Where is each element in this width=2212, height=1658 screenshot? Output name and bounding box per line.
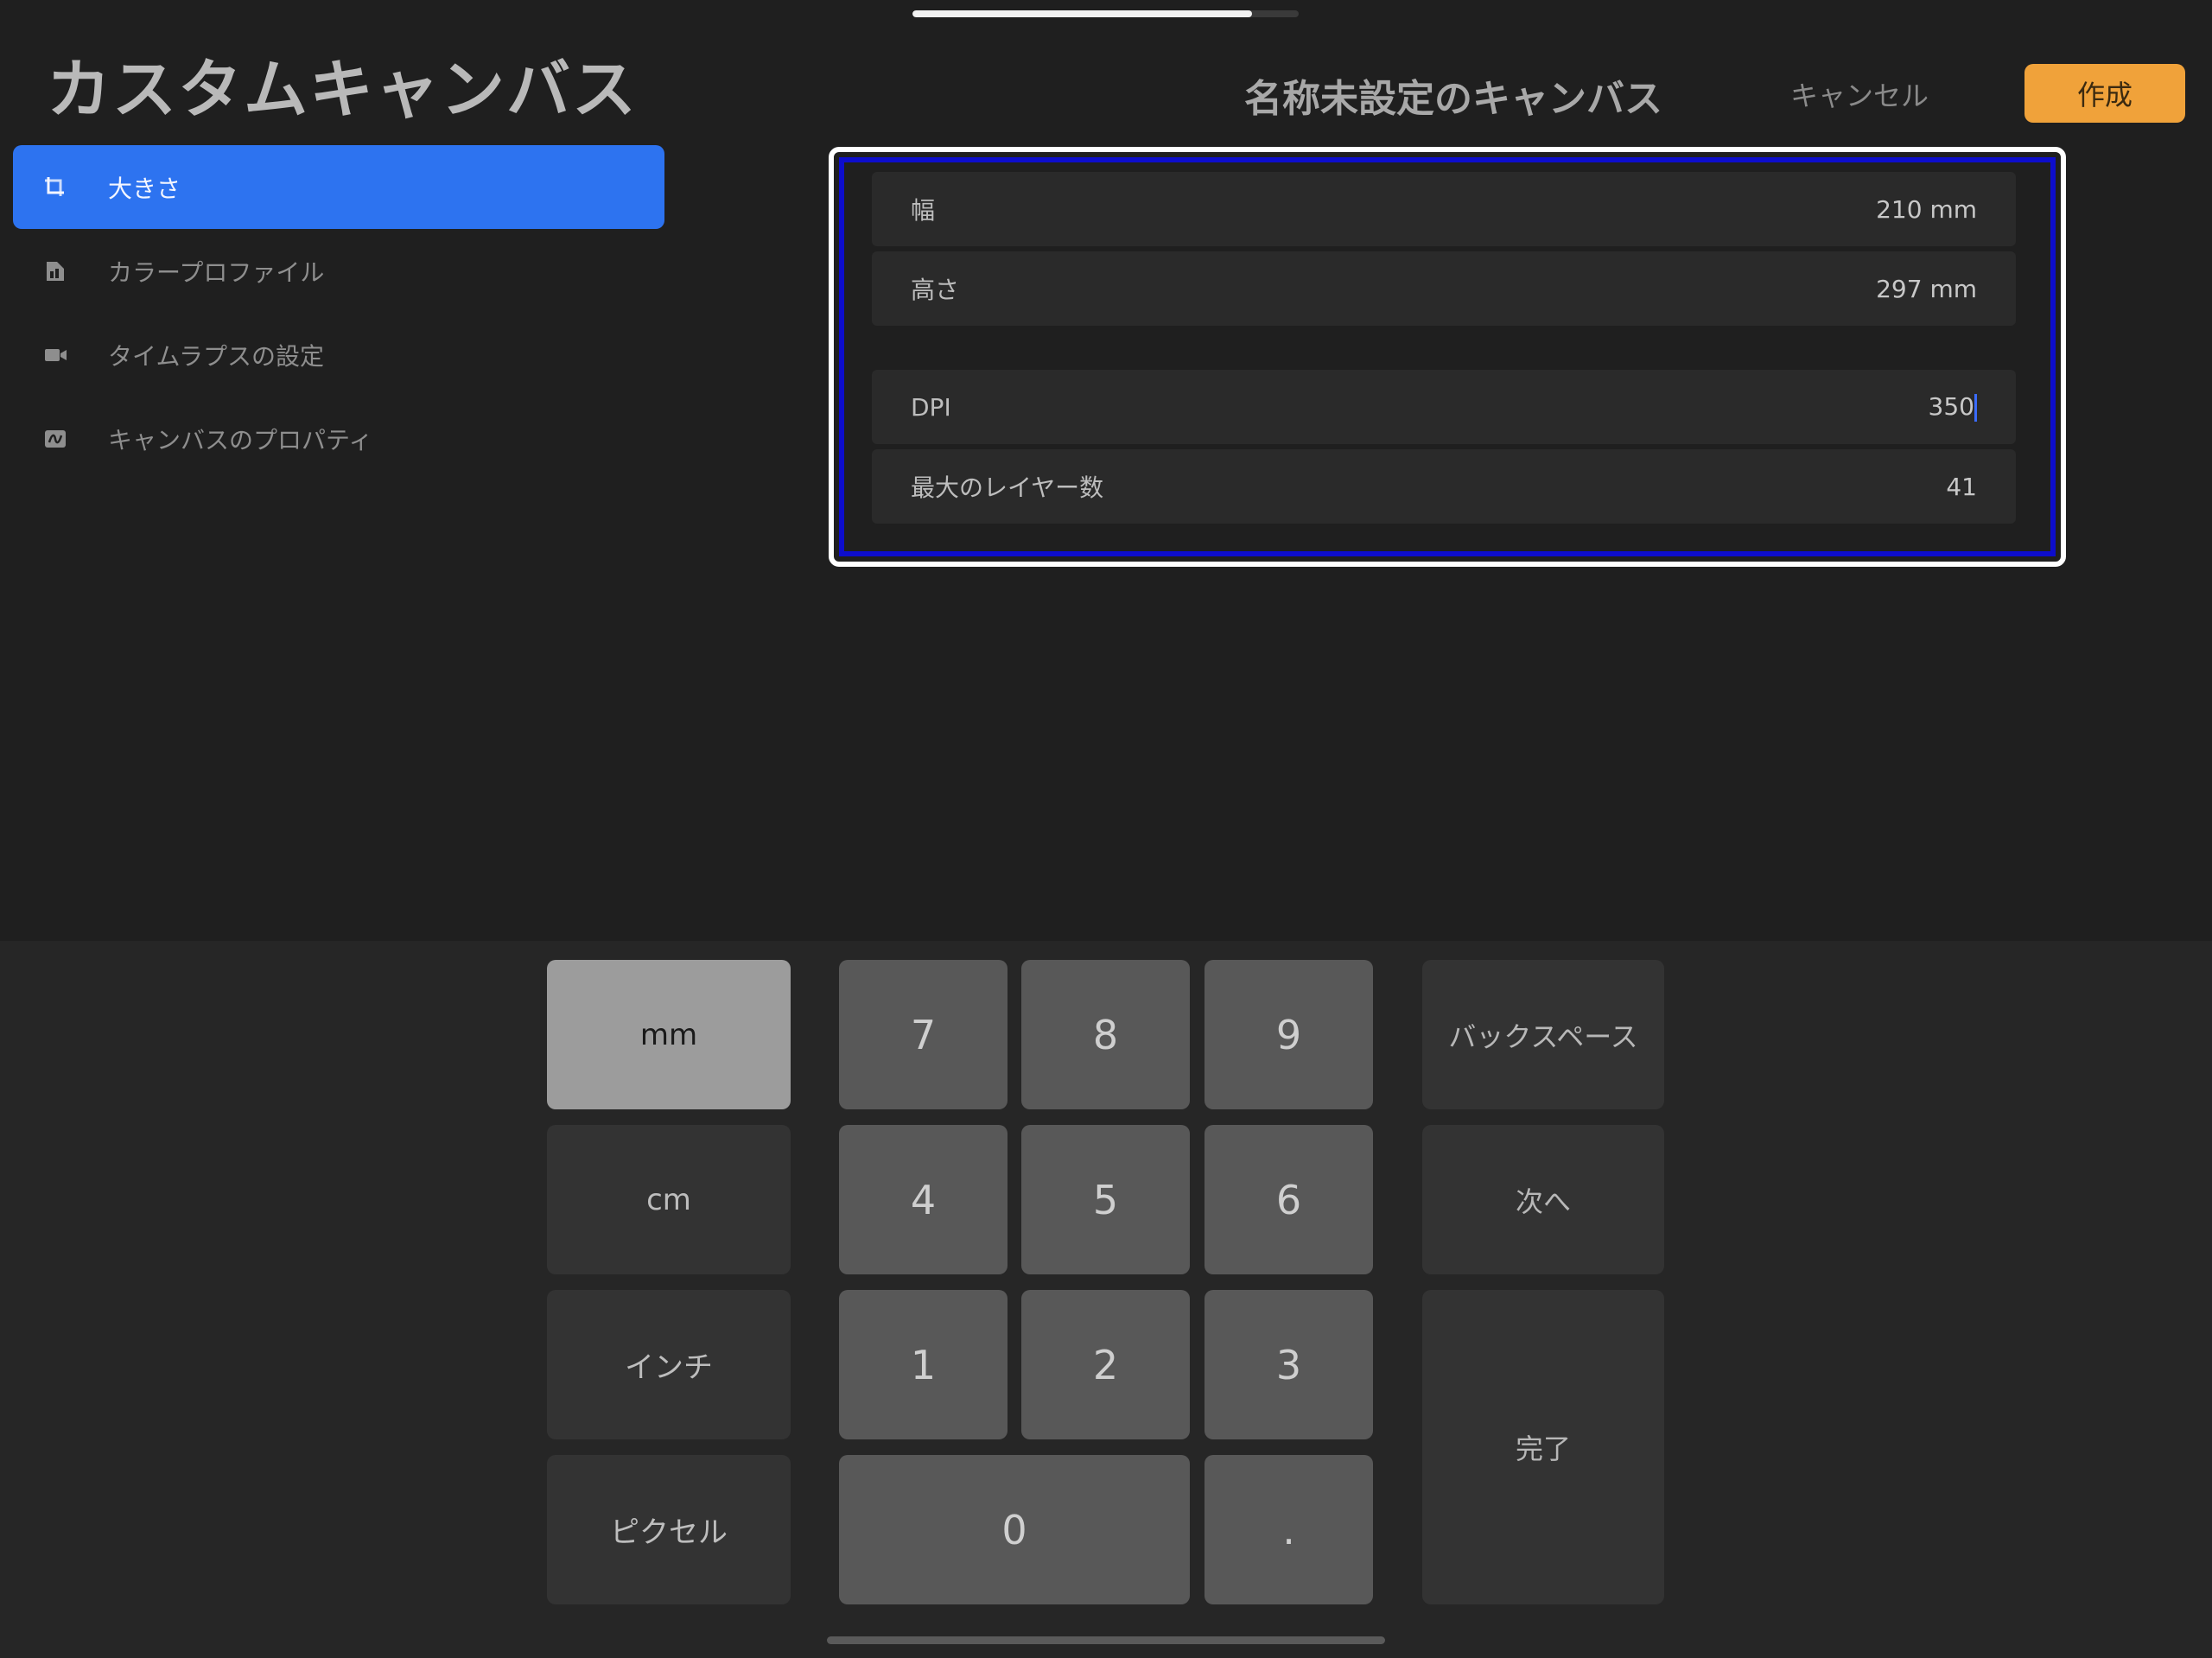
max-layers-label: 最大のレイヤー数 — [911, 473, 1104, 502]
unit-key-pixel[interactable]: ピクセル — [547, 1455, 791, 1604]
digit-key-9[interactable]: 9 — [1205, 960, 1373, 1109]
digit-key-7[interactable]: 7 — [839, 960, 1007, 1109]
unit-key-inch[interactable]: インチ — [547, 1290, 791, 1439]
height-label: 高さ — [911, 276, 960, 304]
numeric-keyboard: mm cm インチ ピクセル 7 8 9 4 5 6 1 2 3 0 . バック… — [0, 941, 2212, 1658]
width-label: 幅 — [911, 196, 936, 225]
dpi-value-wrap: 350 — [1929, 392, 1977, 422]
canvas-properties-icon — [41, 424, 70, 454]
done-key[interactable]: 完了 — [1422, 1290, 1664, 1604]
color-profile-icon — [41, 257, 70, 286]
video-camera-icon — [41, 340, 70, 370]
sidebar-item-label: キャンバスのプロパティ — [108, 425, 373, 454]
max-layers-value: 41 — [1946, 472, 1977, 501]
dpi-field[interactable]: DPI 350 — [872, 370, 2016, 444]
sidebar-item-label: 大きさ — [108, 174, 181, 203]
width-value: 210 mm — [1876, 194, 1977, 224]
backspace-key[interactable]: バックスペース — [1422, 960, 1664, 1109]
width-field[interactable]: 幅 210 mm — [872, 172, 2016, 246]
sidebar-item-label: タイムラプスの設定 — [108, 341, 325, 371]
sidebar-item-color-profile[interactable]: カラープロファイル — [13, 229, 664, 313]
decimal-point-key[interactable]: . — [1205, 1455, 1373, 1604]
sidebar-item-label: カラープロファイル — [108, 257, 325, 287]
height-value: 297 mm — [1876, 274, 1977, 303]
sidebar: 大きさ カラープロファイル タイムラプスの設定 キャンバスのプロパティ — [13, 145, 664, 480]
digit-key-8[interactable]: 8 — [1021, 960, 1190, 1109]
sidebar-item-canvas-properties[interactable]: キャンバスのプロパティ — [13, 397, 664, 480]
digit-key-1[interactable]: 1 — [839, 1290, 1007, 1439]
digit-key-5[interactable]: 5 — [1021, 1125, 1190, 1274]
digit-key-0[interactable]: 0 — [839, 1455, 1190, 1604]
unit-key-mm[interactable]: mm — [547, 960, 791, 1109]
cancel-button[interactable]: キャンセル — [1790, 74, 1929, 114]
dpi-label: DPI — [911, 392, 951, 422]
canvas-title[interactable]: 名称未設定のキャンバス — [1244, 67, 1662, 123]
max-layers-field[interactable]: 最大のレイヤー数 41 — [872, 449, 2016, 524]
sidebar-item-size[interactable]: 大きさ — [13, 145, 664, 229]
unit-key-cm[interactable]: cm — [547, 1125, 791, 1274]
digit-key-2[interactable]: 2 — [1021, 1290, 1190, 1439]
page-title: カスタムキャンバス — [47, 53, 638, 127]
dpi-value: 350 — [1928, 392, 1974, 421]
progress-fill — [912, 10, 1253, 17]
digit-key-6[interactable]: 6 — [1205, 1125, 1373, 1274]
text-caret — [1974, 394, 1977, 422]
digit-key-3[interactable]: 3 — [1205, 1290, 1373, 1439]
sidebar-item-timelapse[interactable]: タイムラプスの設定 — [13, 313, 664, 397]
height-field[interactable]: 高さ 297 mm — [872, 251, 2016, 326]
create-button[interactable]: 作成 — [2024, 64, 2185, 123]
next-key[interactable]: 次へ — [1422, 1125, 1664, 1274]
top-progress-bar — [912, 10, 1299, 17]
home-indicator[interactable] — [827, 1636, 1385, 1644]
crop-size-icon — [41, 173, 70, 202]
digit-key-4[interactable]: 4 — [839, 1125, 1007, 1274]
